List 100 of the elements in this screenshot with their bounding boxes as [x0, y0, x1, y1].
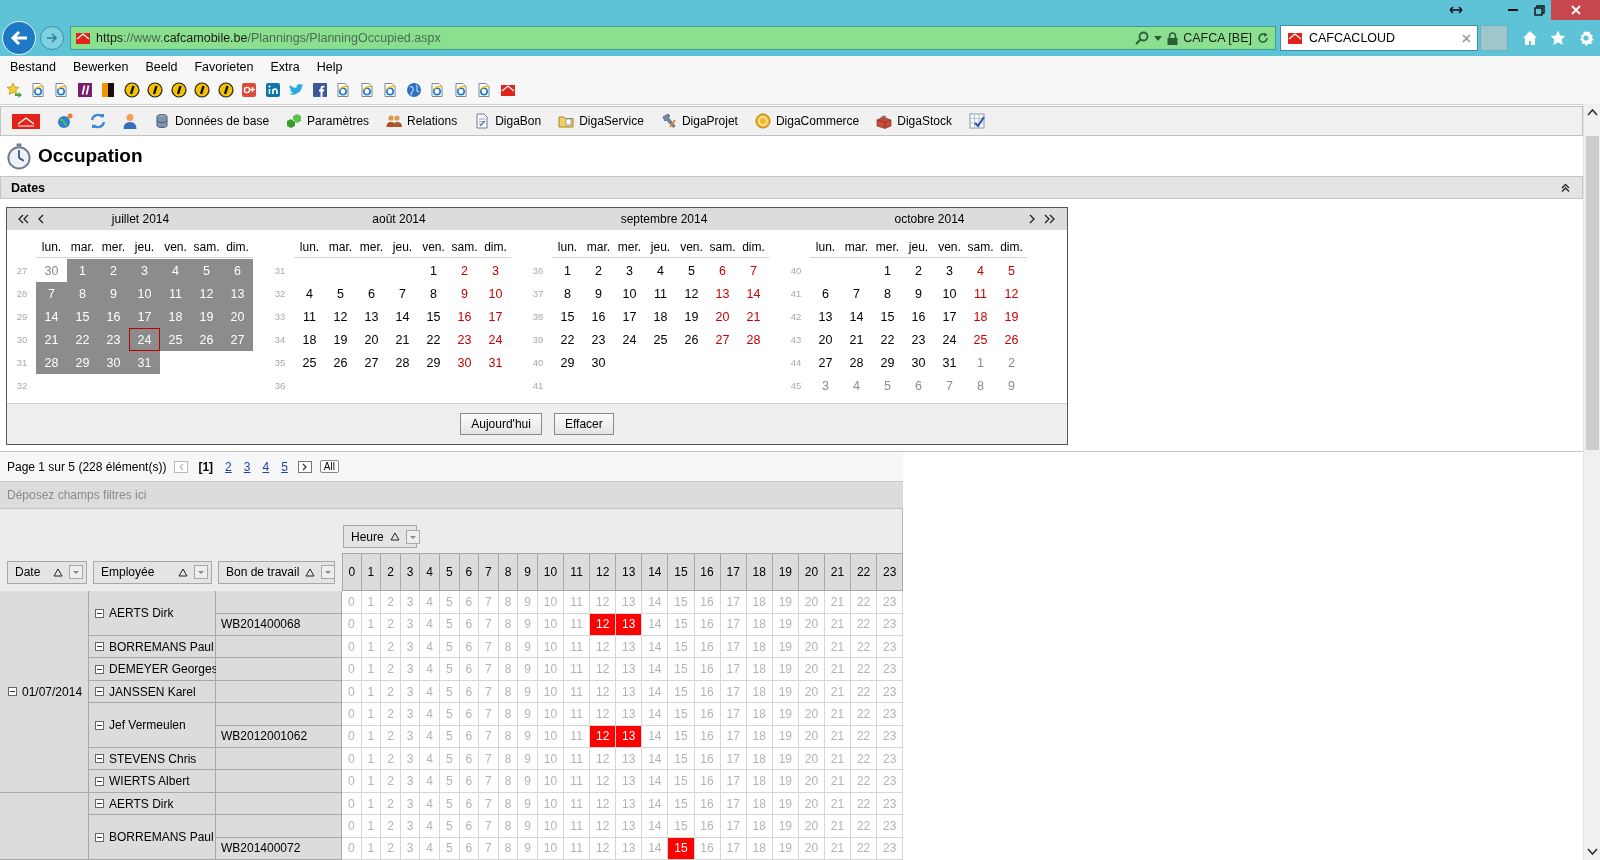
- calendar-day[interactable]: 17: [480, 305, 511, 329]
- calendar-day[interactable]: 18: [965, 305, 996, 329]
- calendar-day[interactable]: 28: [738, 328, 769, 352]
- calendar-day[interactable]: 4: [645, 259, 676, 283]
- calendar-day[interactable]: 10: [614, 282, 645, 306]
- field-header-button[interactable]: Heure: [343, 525, 417, 549]
- calendar-day[interactable]: 14: [841, 305, 872, 329]
- collapse-icon[interactable]: [95, 720, 104, 730]
- calendar-day[interactable]: 2: [996, 351, 1027, 375]
- calendar-day[interactable]: 5: [325, 282, 356, 306]
- calendar-day[interactable]: 6: [810, 282, 841, 306]
- calendar-day[interactable]: 30: [36, 259, 67, 283]
- double-chevron-right-icon[interactable]: [1044, 214, 1055, 225]
- calendar-day[interactable]: 26: [676, 328, 707, 352]
- calendar-day[interactable]: 7: [738, 259, 769, 283]
- calendar-day[interactable]: 1: [965, 351, 996, 375]
- calendar-day[interactable]: 5: [676, 259, 707, 283]
- calendar-day[interactable]: 26: [996, 328, 1027, 352]
- caret-down-icon[interactable]: [1154, 35, 1163, 41]
- calendar-button[interactable]: Aujourd'hui: [460, 413, 542, 436]
- calendar-day[interactable]: 25: [965, 328, 996, 352]
- calendar-day[interactable]: 26: [325, 351, 356, 375]
- page-icon[interactable]: [382, 82, 398, 98]
- calendar-day[interactable]: 30: [583, 351, 614, 375]
- calendar-day[interactable]: 12: [996, 282, 1027, 306]
- calendar-day[interactable]: 24: [480, 328, 511, 352]
- square-logo-icon[interactable]: [76, 82, 93, 98]
- person-icon[interactable]: [123, 113, 137, 129]
- calendar-day[interactable]: 11: [294, 305, 325, 329]
- calendar-day[interactable]: 2: [903, 259, 934, 283]
- calendar-day[interactable]: 23: [583, 328, 614, 352]
- resize-arrows-icon[interactable]: [1449, 5, 1463, 15]
- calendar-day[interactable]: 8: [965, 374, 996, 398]
- round-logo-icon[interactable]: [217, 82, 234, 98]
- calendar-day[interactable]: 28: [387, 351, 418, 375]
- collapse-icon[interactable]: [95, 776, 104, 786]
- menu-item[interactable]: Help: [316, 60, 343, 74]
- calendar-day[interactable]: 8: [552, 282, 583, 306]
- calendar-day[interactable]: 28: [841, 351, 872, 375]
- address-bar[interactable]: https://www.cafcamobile.be/Plannings/PlanningOccupied.aspx CAFCA [BE]: [70, 26, 1276, 50]
- round-logo-icon[interactable]: [170, 82, 187, 98]
- sort-ascending-icon[interactable]: [178, 567, 188, 577]
- calendar-day[interactable]: 27: [810, 351, 841, 375]
- calendar-day[interactable]: 12: [676, 282, 707, 306]
- toolbar-button[interactable]: DigaProjet: [660, 111, 738, 131]
- calendar-day[interactable]: 13: [707, 282, 738, 306]
- calendar-day[interactable]: 15: [872, 305, 903, 329]
- calendar-day[interactable]: 6: [707, 259, 738, 283]
- calendar-day[interactable]: 23: [903, 328, 934, 352]
- calendar-day[interactable]: 22: [872, 328, 903, 352]
- collapse-icon[interactable]: [95, 799, 104, 808]
- dropdown-icon[interactable]: [194, 565, 208, 580]
- collapse-icon[interactable]: [8, 687, 17, 697]
- sync-icon[interactable]: [90, 113, 106, 129]
- calendar-day[interactable]: 7: [387, 282, 418, 306]
- menu-item[interactable]: Bestand: [10, 60, 56, 74]
- chevron-right-icon[interactable]: [1028, 214, 1036, 225]
- dropdown-icon[interactable]: [69, 565, 83, 580]
- collapse-icon[interactable]: [95, 754, 104, 764]
- refresh-icon[interactable]: [1257, 32, 1269, 44]
- calendar-day[interactable]: 15: [418, 305, 449, 329]
- round-logo-icon[interactable]: [123, 82, 140, 98]
- globe-icon[interactable]: [405, 82, 422, 98]
- calendar-day[interactable]: 31: [934, 351, 965, 375]
- page-link[interactable]: 4: [260, 459, 272, 474]
- menu-item[interactable]: Beeld: [145, 60, 178, 74]
- calendar-day[interactable]: 21: [738, 305, 769, 329]
- calendar-day[interactable]: 3: [934, 259, 965, 283]
- calendar-day[interactable]: 10: [934, 282, 965, 306]
- calendar-day[interactable]: 31: [480, 351, 511, 375]
- calendar-day[interactable]: 8: [418, 282, 449, 306]
- roof-logo-icon[interactable]: [499, 82, 516, 98]
- calendar-day[interactable]: 10: [480, 282, 511, 306]
- calendar-day[interactable]: 3: [614, 259, 645, 283]
- calendar-day[interactable]: 16: [449, 305, 480, 329]
- toolbar-button[interactable]: DigaCommerce: [754, 111, 860, 131]
- next-page-button[interactable]: [297, 460, 312, 473]
- calendar-day[interactable]: 21: [387, 328, 418, 352]
- calendar-day[interactable]: 24: [614, 328, 645, 352]
- field-header-button[interactable]: Bon de travail: [218, 560, 335, 584]
- calendar-day[interactable]: 19: [676, 305, 707, 329]
- square-logo-icon[interactable]: [311, 82, 328, 98]
- menu-item[interactable]: Favorieten: [194, 60, 254, 74]
- calendar-day[interactable]: 18: [294, 328, 325, 352]
- calendar-day[interactable]: 30: [903, 351, 934, 375]
- page-link[interactable]: 5: [279, 459, 290, 474]
- calendar-day[interactable]: 11: [965, 282, 996, 306]
- menu-item[interactable]: Bewerken: [72, 60, 129, 74]
- toolbar-button[interactable]: Paramètres: [286, 111, 370, 131]
- toolbar-button[interactable]: DigaService: [558, 111, 644, 131]
- calendar-day[interactable]: 20: [356, 328, 387, 352]
- toolbar-button[interactable]: Relations: [386, 111, 458, 131]
- calendar-day[interactable]: 5: [996, 259, 1027, 283]
- browser-tab[interactable]: CAFCACLOUD: [1280, 25, 1478, 51]
- page-icon[interactable]: [452, 82, 469, 98]
- calendar-day[interactable]: 14: [738, 282, 769, 306]
- calendar-day[interactable]: 19: [325, 328, 356, 352]
- calendar-day[interactable]: 6: [356, 282, 387, 306]
- page-icon[interactable]: [335, 82, 351, 98]
- table-check-icon[interactable]: [968, 113, 985, 129]
